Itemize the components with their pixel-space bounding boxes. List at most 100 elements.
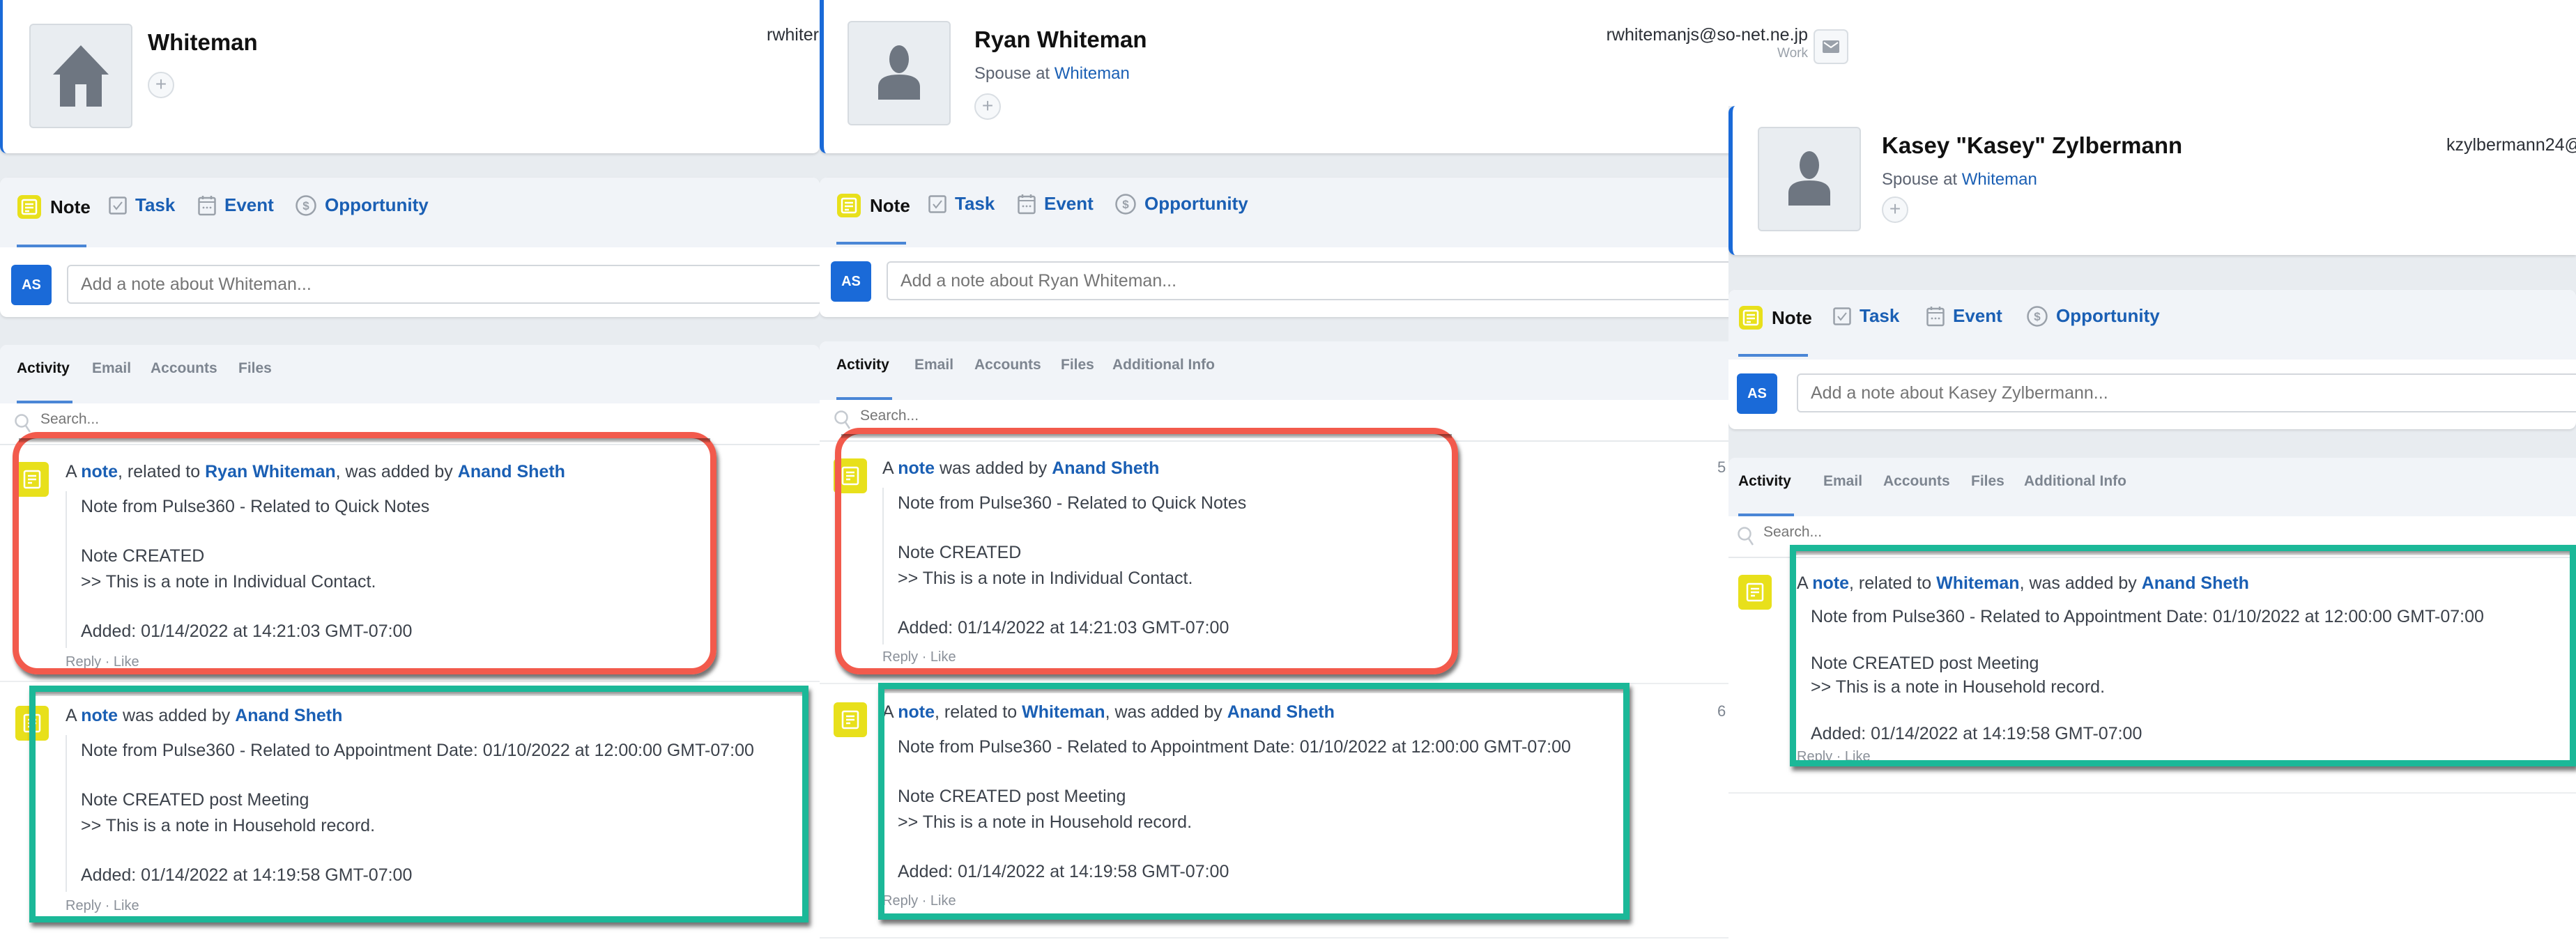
activity-entry: A note was added by Anand Sheth Note fro… bbox=[820, 446, 1873, 676]
activity-search bbox=[1728, 516, 2576, 558]
text: , was added by bbox=[1105, 702, 1227, 722]
body-line: Note CREATED bbox=[81, 546, 205, 566]
tab-accounts[interactable]: Accounts bbox=[151, 360, 217, 377]
tab-note[interactable]: Note bbox=[1738, 305, 1812, 330]
related-link[interactable]: Ryan Whiteman bbox=[205, 462, 336, 481]
reply-like-links[interactable]: Reply · Like bbox=[1797, 749, 1871, 765]
tab-task[interactable]: Task bbox=[928, 193, 995, 215]
reply-like-links[interactable]: Reply · Like bbox=[66, 654, 139, 670]
tab-task[interactable]: Task bbox=[109, 194, 175, 216]
author-link[interactable]: Anand Sheth bbox=[235, 706, 342, 725]
entry-heading: A note, related to Ryan Whiteman, was ad… bbox=[66, 462, 565, 482]
tab-note[interactable]: Note bbox=[836, 193, 910, 218]
relationship: Spouse at Whiteman bbox=[974, 64, 1130, 84]
tab-email[interactable]: Email bbox=[1823, 473, 1862, 490]
relationship: Spouse at Whiteman bbox=[1882, 170, 2037, 190]
note-input[interactable] bbox=[887, 261, 1873, 300]
user-avatar: AS bbox=[1737, 373, 1777, 414]
tab-files[interactable]: Files bbox=[1061, 357, 1094, 373]
tab-event[interactable]: Event bbox=[198, 194, 274, 216]
add-tag-button[interactable]: + bbox=[974, 93, 1001, 120]
record-avatar bbox=[848, 21, 951, 125]
reply-like-links[interactable]: Reply · Like bbox=[66, 898, 139, 914]
person-icon bbox=[878, 45, 920, 100]
divider bbox=[0, 681, 820, 682]
related-link[interactable]: Whiteman bbox=[1022, 702, 1105, 722]
text: , related to bbox=[935, 702, 1022, 722]
search-input[interactable] bbox=[859, 407, 1140, 425]
tab-event-label: Event bbox=[1044, 193, 1094, 214]
email-address[interactable]: kzylbermann24@ bbox=[2446, 135, 2576, 155]
body-line: Note CREATED post Meeting bbox=[898, 787, 1126, 806]
tab-opportunity[interactable]: $ Opportunity bbox=[1115, 193, 1248, 215]
user-avatar: AS bbox=[831, 261, 871, 302]
tab-event[interactable]: Event bbox=[1018, 193, 1094, 215]
note-link[interactable]: note bbox=[1812, 573, 1849, 593]
email-address[interactable]: rwhiter bbox=[767, 25, 819, 45]
note-link[interactable]: note bbox=[898, 458, 935, 478]
active-tab-underline bbox=[1738, 354, 1808, 357]
tab-opportunity-label: Opportunity bbox=[2056, 305, 2160, 326]
tab-files[interactable]: Files bbox=[1971, 473, 2004, 490]
tab-task[interactable]: Task bbox=[1833, 305, 1899, 327]
author-link[interactable]: Anand Sheth bbox=[458, 462, 565, 481]
contact-record-panel: Kasey "Kasey" Zylbermann Spouse at White… bbox=[1728, 106, 2576, 942]
reply-like-links[interactable]: Reply · Like bbox=[882, 893, 956, 909]
note-icon bbox=[841, 710, 859, 729]
checkbox-icon bbox=[928, 194, 946, 213]
add-tag-button[interactable]: + bbox=[1882, 196, 1908, 223]
tab-accounts[interactable]: Accounts bbox=[1883, 473, 1950, 490]
note-input[interactable] bbox=[67, 265, 820, 304]
reply-like-links[interactable]: Reply · Like bbox=[882, 649, 956, 665]
tab-accounts[interactable]: Accounts bbox=[974, 357, 1041, 373]
dollar-circle-icon: $ bbox=[2027, 305, 2048, 327]
text: , related to bbox=[118, 462, 206, 481]
email-address[interactable]: rwhitemanjs@so-net.ne.jp bbox=[1607, 25, 1808, 45]
add-tag-button[interactable]: + bbox=[148, 72, 174, 98]
author-link[interactable]: Anand Sheth bbox=[2142, 573, 2249, 593]
note-link[interactable]: note bbox=[81, 462, 118, 481]
divider bbox=[820, 937, 1873, 939]
tab-email[interactable]: Email bbox=[92, 360, 131, 377]
body-line: Added: 01/14/2022 at 14:21:03 GMT-07:00 bbox=[898, 618, 1229, 638]
activity-search bbox=[820, 400, 1873, 442]
tab-activity[interactable]: Activity bbox=[17, 360, 70, 377]
tab-opportunity[interactable]: $ Opportunity bbox=[296, 194, 429, 216]
tab-activity[interactable]: Activity bbox=[1738, 473, 1791, 490]
tab-note[interactable]: Note bbox=[17, 194, 91, 219]
quick-actions-card: Note Task Event $ Opportunity AS bbox=[1728, 290, 2576, 429]
text: A bbox=[66, 706, 82, 725]
search-icon bbox=[834, 410, 851, 429]
record-name: Kasey "Kasey" Zylbermann bbox=[1882, 132, 2183, 158]
tab-additional-info[interactable]: Additional Info bbox=[1112, 357, 1215, 373]
tab-opportunity[interactable]: $ Opportunity bbox=[2027, 305, 2160, 327]
calendar-icon bbox=[198, 195, 216, 215]
tab-files[interactable]: Files bbox=[238, 360, 272, 377]
relationship-link[interactable]: Whiteman bbox=[1962, 170, 2037, 189]
tab-activity[interactable]: Activity bbox=[836, 357, 889, 373]
body-line: Note from Pulse360 - Related to Quick No… bbox=[81, 497, 430, 516]
activity-tabs: Activity Email Accounts Files Additional… bbox=[1728, 458, 2576, 516]
note-link[interactable]: note bbox=[898, 702, 935, 722]
text: A bbox=[882, 702, 898, 722]
entry-body: Note from Pulse360 - Related to Appointm… bbox=[1797, 601, 2484, 758]
related-link[interactable]: Whiteman bbox=[1936, 573, 2019, 593]
send-email-button[interactable] bbox=[1814, 29, 1848, 64]
tab-event[interactable]: Event bbox=[1926, 305, 2002, 327]
tab-email[interactable]: Email bbox=[914, 357, 953, 373]
activity-entry: A note was added by Anand Sheth Note fro… bbox=[0, 693, 820, 923]
note-icon bbox=[23, 470, 41, 489]
activity-entry: A note, related to Whiteman, was added b… bbox=[820, 690, 1873, 920]
author-link[interactable]: Anand Sheth bbox=[1052, 458, 1159, 478]
tab-task-label: Task bbox=[1860, 305, 1900, 326]
author-link[interactable]: Anand Sheth bbox=[1227, 702, 1335, 722]
search-icon bbox=[1738, 527, 1754, 546]
tab-additional-info[interactable]: Additional Info bbox=[2024, 473, 2126, 490]
record-avatar bbox=[1758, 127, 1861, 231]
search-input[interactable] bbox=[1762, 523, 2044, 541]
note-link[interactable]: note bbox=[81, 706, 118, 725]
note-input[interactable] bbox=[1797, 373, 2576, 412]
text: , related to bbox=[1849, 573, 1937, 593]
search-input[interactable] bbox=[39, 410, 321, 428]
relationship-link[interactable]: Whiteman bbox=[1055, 64, 1130, 83]
